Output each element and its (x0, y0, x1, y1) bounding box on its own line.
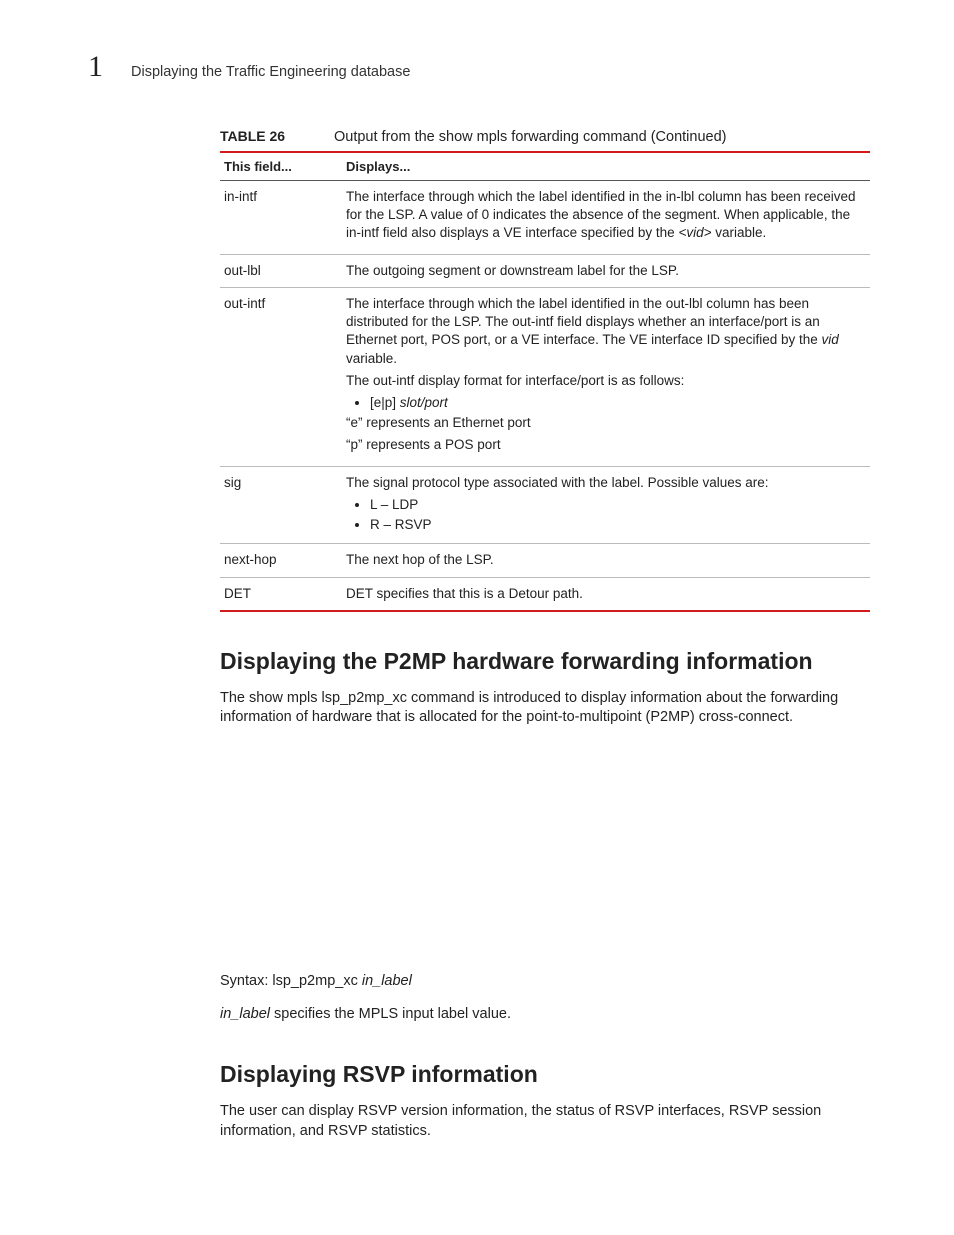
desc-cell: The next hop of the LSP. (342, 544, 870, 577)
output-fields-table: This field... Displays... in-intf The in… (220, 153, 870, 612)
table-row: DET DET specifies that this is a Detour … (220, 577, 870, 611)
table-caption: Output from the show mpls forwarding com… (334, 129, 726, 145)
field-cell: next-hop (220, 544, 342, 577)
field-cell: out-intf (220, 287, 342, 466)
table-caption-row: TABLE 26 Output from the show mpls forwa… (220, 124, 870, 153)
desc-cell: DET specifies that this is a Detour path… (342, 577, 870, 611)
syntax-line: Syntax: lsp_p2mp_xc in_label (220, 972, 866, 992)
heading-p2mp: Displaying the P2MP hardware forwarding … (220, 648, 866, 675)
desc-text: The signal protocol type associated with… (346, 474, 866, 492)
table-row: next-hop The next hop of the LSP. (220, 544, 870, 577)
desc-cell: The outgoing segment or downstream label… (342, 254, 870, 287)
table-26: TABLE 26 Output from the show mpls forwa… (220, 124, 870, 612)
running-title: Displaying the Traffic Engineering datab… (131, 64, 410, 80)
desc-text: The out-intf display format for interfac… (346, 372, 866, 390)
desc-cell: The interface through which the label id… (342, 287, 870, 466)
p2mp-intro: The show mpls lsp_p2mp_xc command is int… (220, 689, 866, 728)
list-item: R – RSVP (370, 516, 866, 534)
list-item: L – LDP (370, 496, 866, 514)
list-item: [e|p] slot/port (370, 394, 866, 412)
page: 1 Displaying the Traffic Engineering dat… (0, 0, 954, 1205)
field-cell: out-lbl (220, 254, 342, 287)
bullet-list: L – LDP R – RSVP (346, 496, 866, 534)
desc-text: The interface through which the label id… (346, 188, 866, 243)
page-header: 1 Displaying the Traffic Engineering dat… (88, 50, 866, 84)
reserved-space (220, 742, 866, 972)
table-row: in-intf The interface through which the … (220, 181, 870, 255)
table-label: TABLE 26 (220, 128, 334, 144)
field-cell: sig (220, 466, 342, 544)
table-header-row: This field... Displays... (220, 153, 870, 181)
desc-text: The interface through which the label id… (346, 295, 866, 368)
field-cell: DET (220, 577, 342, 611)
field-cell: in-intf (220, 181, 342, 255)
rsvp-intro: The user can display RSVP version inform… (220, 1102, 866, 1141)
table-row: sig The signal protocol type associated … (220, 466, 870, 544)
desc-text: “e” represents an Ethernet port (346, 414, 866, 432)
col-header-field: This field... (220, 153, 342, 181)
syntax-desc: in_label specifies the MPLS input label … (220, 1005, 866, 1025)
bullet-list: [e|p] slot/port (346, 394, 866, 412)
col-header-displays: Displays... (342, 153, 870, 181)
desc-cell: The signal protocol type associated with… (342, 466, 870, 544)
desc-cell: The interface through which the label id… (342, 181, 870, 255)
content-area: TABLE 26 Output from the show mpls forwa… (220, 124, 866, 1141)
table-row: out-lbl The outgoing segment or downstre… (220, 254, 870, 287)
page-number: 1 (88, 50, 103, 84)
desc-text: “p” represents a POS port (346, 436, 866, 454)
heading-rsvp: Displaying RSVP information (220, 1061, 866, 1088)
table-row: out-intf The interface through which the… (220, 287, 870, 466)
